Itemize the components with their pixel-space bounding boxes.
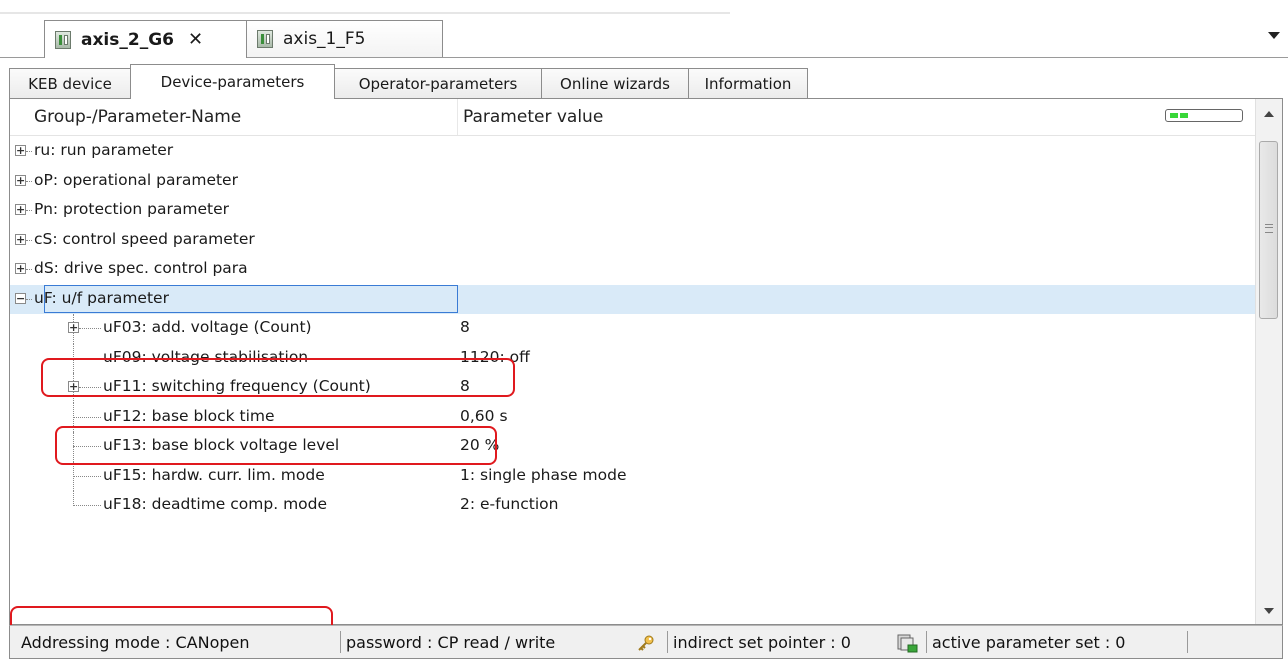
parameter-name: cS: control speed parameter bbox=[34, 229, 255, 248]
key-icon[interactable] bbox=[637, 635, 655, 651]
parameter-name: ru: run parameter bbox=[34, 141, 174, 159]
tab-label: Information bbox=[704, 74, 792, 93]
tab-label: Online wizards bbox=[560, 74, 670, 93]
tab-label: Operator-parameters bbox=[358, 74, 518, 93]
close-icon[interactable]: ✕ bbox=[188, 29, 203, 50]
expand-icon[interactable]: + bbox=[15, 233, 26, 245]
tree-parameter-row[interactable]: uF18: deadtime comp. mode 2: e-function bbox=[10, 491, 1256, 520]
parameter-name: Pn: protection parameter bbox=[34, 200, 229, 218]
expand-icon[interactable]: + bbox=[68, 322, 79, 333]
tab-label: Device-parameters bbox=[160, 73, 305, 91]
tree-group-row[interactable]: + Pn: protection parameter bbox=[10, 196, 1256, 225]
column-header-name[interactable]: Group-/Parameter-Name bbox=[34, 107, 241, 127]
tree-group-row[interactable]: + dS: drive spec. control para bbox=[10, 255, 1256, 284]
divider bbox=[667, 631, 668, 653]
parameter-value[interactable]: 8 bbox=[460, 318, 470, 336]
indirect-set-pointer-status: indirect set pointer : 0 bbox=[673, 633, 851, 652]
tree-parameter-row[interactable]: uF15: hardw. curr. lim. mode 1: single ph… bbox=[10, 461, 1256, 491]
doc-tab-label: axis_2_G6 bbox=[81, 29, 174, 50]
document-tab-strip: axis_2_G6 ✕ axis_1_F5 bbox=[0, 0, 1288, 58]
column-header: Group-/Parameter-Name Parameter value bbox=[10, 99, 1256, 136]
tree-connector bbox=[73, 416, 101, 418]
tree-connector bbox=[26, 239, 32, 241]
expand-icon[interactable]: + bbox=[15, 174, 26, 186]
collapse-icon[interactable]: − bbox=[15, 292, 26, 304]
device-icon bbox=[257, 30, 273, 48]
tree-connector bbox=[73, 505, 101, 506]
tree-group-row[interactable]: − uF: u/f parameter bbox=[10, 284, 1256, 314]
parameter-name: oP: operational parameter bbox=[34, 170, 238, 189]
parameter-value[interactable]: 2: e-function bbox=[460, 495, 558, 513]
tree-connector bbox=[26, 180, 32, 182]
tab-information[interactable]: Information bbox=[688, 68, 808, 98]
tree-connector bbox=[73, 491, 74, 506]
scroll-up-icon[interactable] bbox=[1264, 111, 1274, 117]
expand-icon[interactable]: + bbox=[15, 204, 26, 215]
expand-icon[interactable]: + bbox=[15, 145, 26, 156]
scroll-down-icon[interactable] bbox=[1264, 608, 1274, 614]
parameter-name: uF: u/f parameter bbox=[34, 288, 169, 307]
parameter-value[interactable]: 0,60 s bbox=[460, 407, 508, 425]
parameter-value[interactable]: 1: single phase mode bbox=[460, 466, 626, 484]
tree-connector bbox=[79, 328, 101, 329]
tree-group-row[interactable]: + ru: run parameter bbox=[10, 137, 1256, 166]
tree-connector bbox=[26, 298, 32, 300]
chevron-down-icon[interactable] bbox=[1268, 32, 1280, 39]
column-header-value[interactable]: Parameter value bbox=[463, 107, 603, 127]
tab-online-wizards[interactable]: Online wizards bbox=[541, 68, 689, 98]
addressing-mode-status: Addressing mode : CANopen bbox=[21, 633, 250, 652]
parameter-name: uF15: hardw. curr. lim. mode bbox=[103, 465, 325, 484]
tab-device-parameters[interactable]: Device-parameters bbox=[130, 64, 335, 99]
scrollbar-thumb[interactable] bbox=[1259, 141, 1278, 319]
parameter-name: dS: drive spec. control para bbox=[34, 259, 248, 277]
tree-group-row[interactable]: + cS: control speed parameter bbox=[10, 226, 1256, 255]
tree-connector bbox=[26, 151, 32, 152]
vertical-scrollbar[interactable] bbox=[1255, 99, 1282, 624]
divider bbox=[0, 12, 730, 14]
parameter-set-icon[interactable] bbox=[897, 633, 919, 653]
active-parameter-set-status: active parameter set : 0 bbox=[932, 633, 1126, 652]
tree-parameter-row[interactable]: + uF03: add. voltage (Count) 8 bbox=[10, 314, 1256, 344]
column-separator[interactable] bbox=[457, 99, 458, 135]
divider bbox=[340, 631, 341, 653]
highlight-frame bbox=[55, 426, 497, 465]
expand-icon[interactable]: + bbox=[15, 263, 26, 274]
password-status: password : CP read / write bbox=[346, 633, 556, 652]
doc-tab-label: axis_1_F5 bbox=[283, 29, 366, 49]
grip-icon bbox=[1265, 224, 1273, 233]
highlight-frame bbox=[41, 358, 515, 397]
tree-connector bbox=[73, 475, 101, 477]
status-bar: Addressing mode : CANopen password : CP … bbox=[9, 625, 1283, 659]
parameter-name: uF03: add. voltage (Count) bbox=[103, 318, 312, 336]
tree-connector bbox=[26, 210, 32, 211]
parameter-name: uF12: base block time bbox=[103, 406, 275, 425]
connection-status-icon bbox=[1165, 109, 1243, 122]
tree-connector bbox=[26, 269, 32, 270]
device-icon bbox=[55, 30, 71, 49]
parameter-name: uF18: deadtime comp. mode bbox=[103, 495, 328, 513]
tab-keb-device[interactable]: KEB device bbox=[9, 68, 131, 98]
divider bbox=[926, 631, 927, 653]
divider bbox=[1187, 631, 1188, 653]
doc-tab-axis-1-f5[interactable]: axis_1_F5 bbox=[246, 20, 443, 57]
doc-tab-axis-2-g6[interactable]: axis_2_G6 ✕ bbox=[44, 20, 247, 58]
tab-label: KEB device bbox=[28, 74, 112, 93]
tab-operator-parameters[interactable]: Operator-parameters bbox=[334, 68, 542, 98]
tree-group-row[interactable]: + oP: operational parameter bbox=[10, 167, 1256, 196]
